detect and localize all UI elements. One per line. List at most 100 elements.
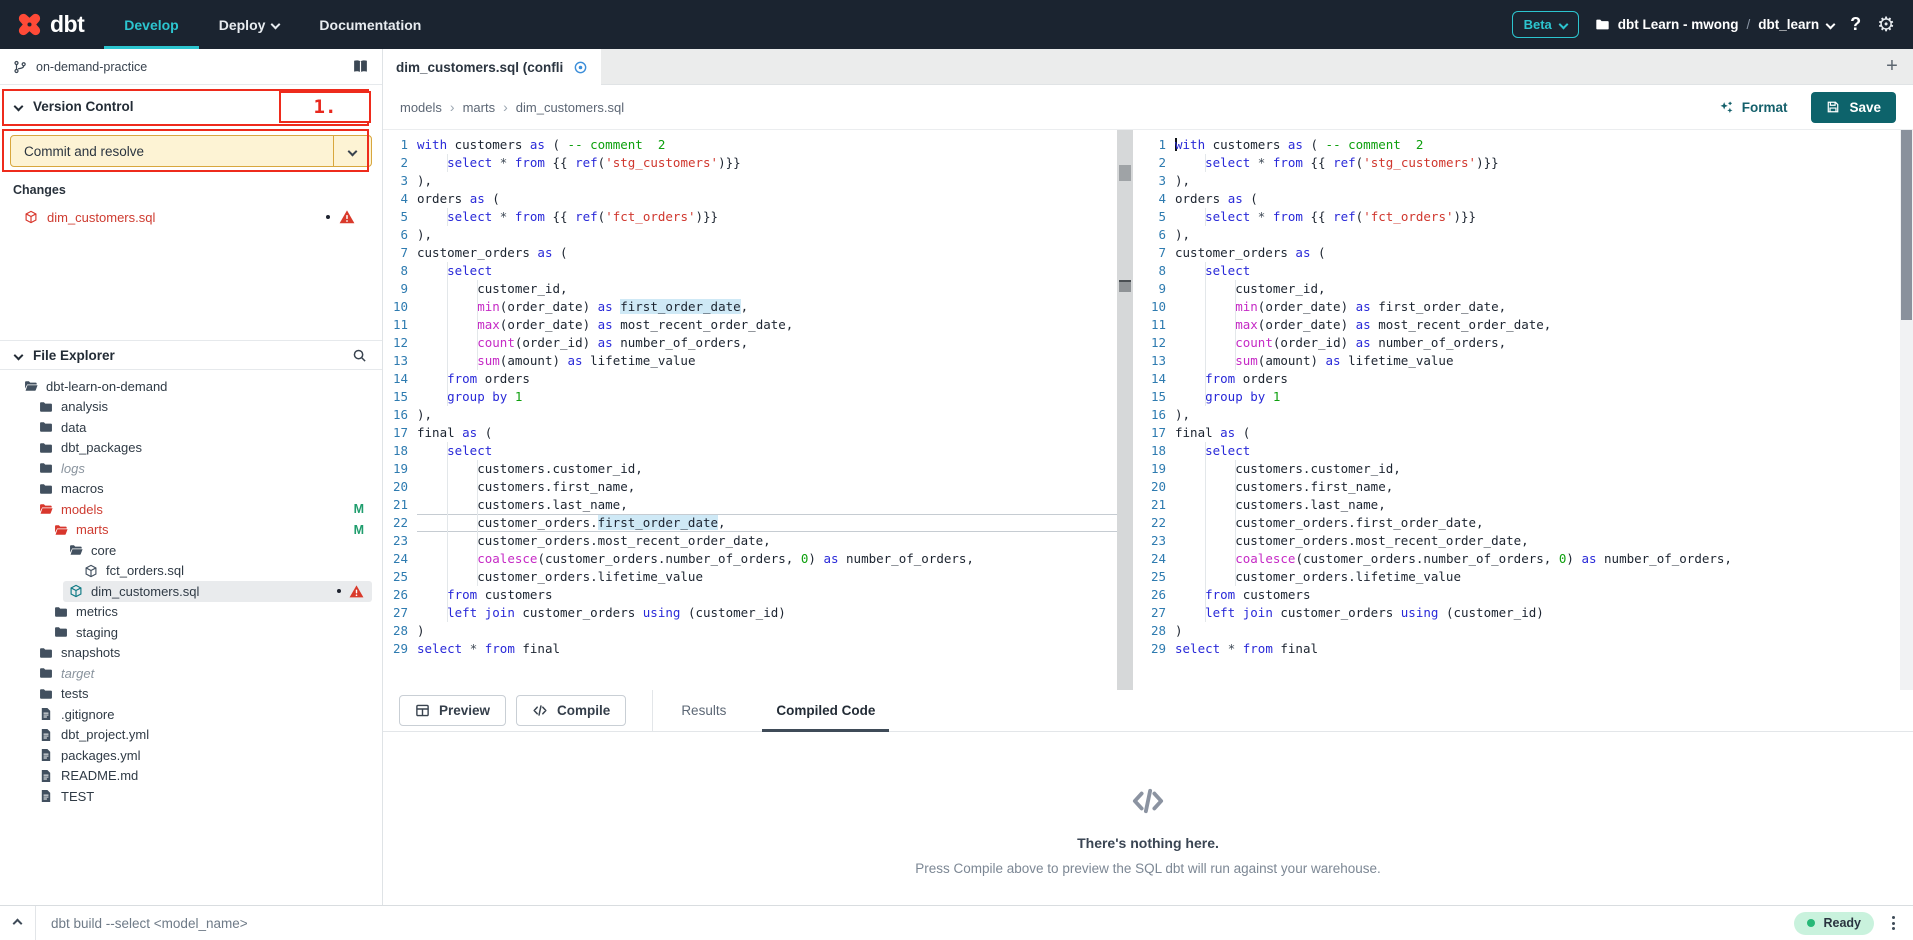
tree-item-readme-md[interactable]: README.md [0, 766, 382, 787]
code-line-29[interactable]: 29select * from final [383, 640, 1117, 658]
tree-item-test[interactable]: TEST [0, 786, 382, 807]
code-line-7[interactable]: 7customer_orders as ( [383, 244, 1117, 262]
code-line-18[interactable]: 18 select [1141, 442, 1913, 460]
unsaved-circle-icon[interactable] [573, 60, 588, 75]
tree-item-dbt-learn-on-demand[interactable]: dbt-learn-on-demand [0, 376, 382, 397]
code-line-22[interactable]: 22 customer_orders.first_order_date, [1141, 514, 1913, 532]
code-line-21[interactable]: 21 customers.last_name, [1141, 496, 1913, 514]
code-line-1[interactable]: 1with customers as ( -- comment 2 [1141, 136, 1913, 154]
editor-pane-left[interactable]: 1with customers as ( -- comment 22 selec… [383, 130, 1117, 690]
nav-deploy[interactable]: Deploy [199, 0, 300, 49]
commit-dropdown-toggle[interactable] [333, 136, 371, 166]
help-icon[interactable]: ? [1850, 14, 1861, 35]
tree-item-models[interactable]: modelsM [0, 499, 382, 520]
code-line-5[interactable]: 5 select * from {{ ref('fct_orders')}} [383, 208, 1117, 226]
code-line-11[interactable]: 11 max(order_date) as most_recent_order_… [383, 316, 1117, 334]
changed-file-row[interactable]: dim_customers.sql [13, 206, 369, 228]
code-line-8[interactable]: 8 select [383, 262, 1117, 280]
chevron-up-icon[interactable] [0, 920, 35, 927]
nav-develop[interactable]: Develop [104, 0, 198, 49]
code-line-14[interactable]: 14 from orders [383, 370, 1117, 388]
tree-item-macros[interactable]: macros [0, 479, 382, 500]
code-line-24[interactable]: 24 coalesce(customer_orders.number_of_or… [383, 550, 1117, 568]
code-line-23[interactable]: 23 customer_orders.most_recent_order_dat… [383, 532, 1117, 550]
tree-item-packages-yml[interactable]: packages.yml [0, 745, 382, 766]
tree-item-staging[interactable]: staging [0, 622, 382, 643]
tree-item-dbt-project-yml[interactable]: dbt_project.yml [0, 725, 382, 746]
code-line-26[interactable]: 26 from customers [383, 586, 1117, 604]
tab-results[interactable]: Results [681, 690, 726, 732]
code-line-6[interactable]: 6), [383, 226, 1117, 244]
code-line-4[interactable]: 4orders as ( [383, 190, 1117, 208]
code-line-10[interactable]: 10 min(order_date) as first_order_date, [383, 298, 1117, 316]
code-line-16[interactable]: 16), [383, 406, 1117, 424]
tree-item-data[interactable]: data [0, 417, 382, 438]
code-line-23[interactable]: 23 customer_orders.most_recent_order_dat… [1141, 532, 1913, 550]
code-line-11[interactable]: 11 max(order_date) as most_recent_order_… [1141, 316, 1913, 334]
tree-item-fct-orders-sql[interactable]: fct_orders.sql [0, 561, 382, 582]
code-line-27[interactable]: 27 left join customer_orders using (cust… [1141, 604, 1913, 622]
code-line-25[interactable]: 25 customer_orders.lifetime_value [383, 568, 1117, 586]
code-line-17[interactable]: 17final as ( [383, 424, 1117, 442]
tree-item-core[interactable]: core [0, 540, 382, 561]
tree-item-dbt-packages[interactable]: dbt_packages [0, 438, 382, 459]
nav-documentation[interactable]: Documentation [299, 0, 441, 49]
code-line-16[interactable]: 16), [1141, 406, 1913, 424]
compile-button[interactable]: Compile [516, 695, 626, 726]
editor-pane-right[interactable]: 1with customers as ( -- comment 22 selec… [1141, 130, 1913, 690]
code-line-19[interactable]: 19 customers.customer_id, [383, 460, 1117, 478]
tree-item-logs[interactable]: logs [0, 458, 382, 479]
scrollbar-thumb[interactable] [1901, 130, 1912, 320]
tree-item-snapshots[interactable]: snapshots [0, 643, 382, 664]
tree-item-metrics[interactable]: metrics [0, 602, 382, 623]
breadcrumb-marts[interactable]: marts [463, 100, 496, 115]
code-line-21[interactable]: 21 customers.last_name, [383, 496, 1117, 514]
tab-dim-customers[interactable]: dim_customers.sql (confli... [383, 49, 601, 85]
code-line-1[interactable]: 1with customers as ( -- comment 2 [383, 136, 1117, 154]
editor-scrollbar-right[interactable] [1900, 130, 1913, 690]
kebab-menu-icon[interactable] [1886, 916, 1901, 930]
format-button[interactable]: Format [1719, 100, 1788, 115]
code-line-20[interactable]: 20 customers.first_name, [383, 478, 1117, 496]
code-line-2[interactable]: 2 select * from {{ ref('stg_customers')}… [383, 154, 1117, 172]
code-line-9[interactable]: 9 customer_id, [1141, 280, 1913, 298]
breadcrumb-models[interactable]: models [400, 100, 442, 115]
breadcrumb-file[interactable]: dim_customers.sql [516, 100, 624, 115]
code-line-26[interactable]: 26 from customers [1141, 586, 1913, 604]
search-icon[interactable] [352, 348, 367, 363]
beta-dropdown[interactable]: Beta [1512, 11, 1579, 38]
code-line-9[interactable]: 9 customer_id, [383, 280, 1117, 298]
file-explorer-header[interactable]: File Explorer [0, 340, 382, 370]
code-line-27[interactable]: 27 left join customer_orders using (cust… [383, 604, 1117, 622]
code-line-15[interactable]: 15 group by 1 [383, 388, 1117, 406]
code-line-5[interactable]: 5 select * from {{ ref('fct_orders')}} [1141, 208, 1913, 226]
editor-scrollbar[interactable] [1117, 130, 1133, 690]
code-line-29[interactable]: 29select * from final [1141, 640, 1913, 658]
code-line-12[interactable]: 12 count(order_id) as number_of_orders, [383, 334, 1117, 352]
code-line-15[interactable]: 15 group by 1 [1141, 388, 1913, 406]
code-line-13[interactable]: 13 sum(amount) as lifetime_value [383, 352, 1117, 370]
tab-compiled-code[interactable]: Compiled Code [776, 690, 875, 732]
code-line-17[interactable]: 17final as ( [1141, 424, 1913, 442]
code-line-3[interactable]: 3), [1141, 172, 1913, 190]
command-input[interactable] [51, 916, 751, 931]
tree-item-marts[interactable]: martsM [0, 520, 382, 541]
code-line-24[interactable]: 24 coalesce(customer_orders.number_of_or… [1141, 550, 1913, 568]
code-line-28[interactable]: 28) [383, 622, 1117, 640]
code-line-12[interactable]: 12 count(order_id) as number_of_orders, [1141, 334, 1913, 352]
save-button[interactable]: Save [1811, 92, 1896, 123]
new-tab-button[interactable]: + [1871, 49, 1913, 85]
code-line-10[interactable]: 10 min(order_date) as first_order_date, [1141, 298, 1913, 316]
code-line-13[interactable]: 13 sum(amount) as lifetime_value [1141, 352, 1913, 370]
code-line-20[interactable]: 20 customers.first_name, [1141, 478, 1913, 496]
code-line-22[interactable]: 22 customer_orders.first_order_date, [383, 514, 1117, 532]
tree-item-dim-customers-sql[interactable]: dim_customers.sql [0, 581, 382, 602]
code-line-14[interactable]: 14 from orders [1141, 370, 1913, 388]
tree-item-analysis[interactable]: analysis [0, 397, 382, 418]
code-line-8[interactable]: 8 select [1141, 262, 1913, 280]
gear-icon[interactable]: ⚙ [1877, 15, 1895, 35]
code-line-4[interactable]: 4orders as ( [1141, 190, 1913, 208]
code-line-18[interactable]: 18 select [383, 442, 1117, 460]
code-line-19[interactable]: 19 customers.customer_id, [1141, 460, 1913, 478]
account-switcher[interactable]: dbt Learn - mwong / dbt_learn [1595, 17, 1834, 32]
